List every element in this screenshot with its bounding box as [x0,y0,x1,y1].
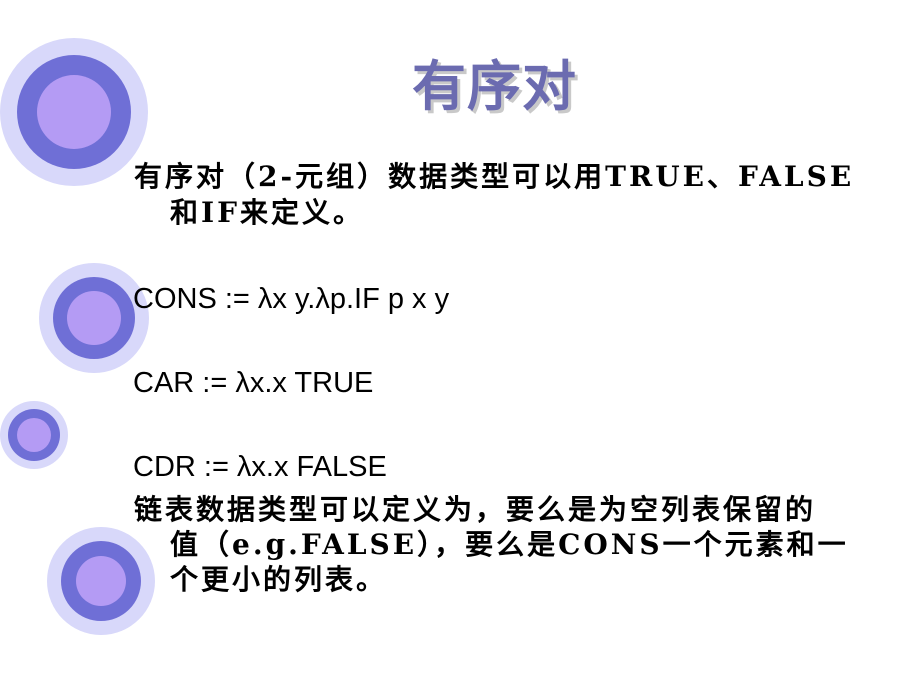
decor-circle-medium [39,263,149,373]
ordered-pair-description-line-2: 和IF来定义。 [170,196,364,230]
list-description-line-2: 值（e.g.FALSE），要么是CONS一个元素和一 [170,528,849,562]
decor-circle-large [0,38,148,186]
decor-circle-small [0,401,68,469]
cdr-definition: CDR := λx.x FALSE [133,451,387,483]
car-definition: CAR := λx.x TRUE [133,367,374,399]
decor-circle-bottom [47,527,155,635]
list-description-line-3: 个更小的列表。 [170,563,387,597]
list-description-text-3: 个更小的列表。 [170,563,388,596]
ordered-pair-description-line-1: 有序对（2-元组）数据类型可以用TRUE、FALSE [134,160,854,194]
ordered-pair-description-text-2: 和IF来定义。 [170,196,364,229]
decor-circle-large-core [37,75,111,149]
decor-circle-small-core [17,418,51,452]
list-description-text-2: 值（e.g.FALSE），要么是CONS一个元素和一 [170,528,849,561]
ordered-pair-description-text-1: 有序对（2-元组）数据类型可以用TRUE、FALSE [134,160,855,193]
slide-title: 有序对 [412,55,577,118]
decor-circle-bottom-core [76,556,126,606]
list-description-line-1: 链表数据类型可以定义为，要么是为空列表保留的 [134,493,816,527]
cons-definition: CONS := λx y.λp.IF p x y [133,283,450,315]
list-description-text-1: 链表数据类型可以定义为，要么是为空列表保留的 [134,493,817,526]
decor-circle-medium-core [67,291,121,345]
